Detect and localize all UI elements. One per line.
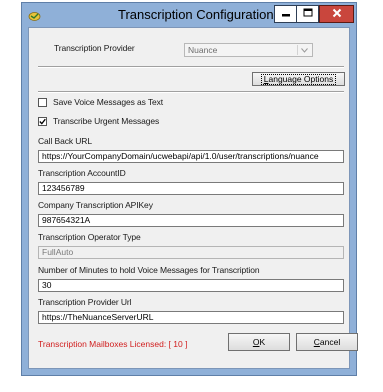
minutes-to-hold-input[interactable]: 30	[38, 279, 344, 292]
minutes-to-hold-label: Number of Minutes to hold Voice Messages…	[38, 265, 260, 275]
save-voice-messages-checkbox[interactable]	[38, 98, 47, 107]
provider-select-value: Nuance	[188, 45, 218, 55]
app-icon	[28, 9, 41, 21]
language-options-button[interactable]: Language Options	[252, 72, 345, 86]
maximize-button[interactable]	[296, 5, 319, 23]
cancel-button[interactable]: Cancel	[296, 333, 358, 351]
cancel-label: ancel	[319, 337, 341, 347]
transcribe-urgent-checkbox[interactable]	[38, 117, 47, 126]
title-bar[interactable]: Transcription Configuration	[22, 3, 356, 27]
provider-url-input[interactable]: https://TheNuanceServerURL	[38, 311, 344, 324]
dialog-window: Transcription Configuration Transcriptio…	[21, 2, 358, 376]
separator	[38, 66, 344, 68]
api-key-input[interactable]: 987654321A	[38, 214, 344, 227]
account-id-label: Transcription AccountID	[38, 168, 126, 178]
provider-select[interactable]: Nuance	[184, 43, 313, 57]
call-back-url-label: Call Back URL	[38, 136, 92, 146]
ok-label: K	[259, 337, 266, 347]
save-voice-messages-label: Save Voice Messages as Text	[53, 97, 164, 107]
provider-url-label: Transcription Provider Url	[38, 297, 132, 307]
close-button[interactable]	[319, 5, 354, 23]
provider-label: Transcription Provider	[54, 43, 135, 53]
operator-type-input: FullAuto	[38, 246, 344, 259]
language-options-label: anguage Options	[268, 73, 334, 84]
account-id-input[interactable]: 123456789	[38, 182, 344, 195]
window-title: Transcription Configuration	[118, 7, 274, 22]
separator	[38, 91, 344, 93]
ok-mnemonic: O	[252, 337, 260, 347]
operator-type-label: Transcription Operator Type	[38, 232, 141, 242]
minimize-button[interactable]	[274, 5, 297, 23]
chevron-down-icon	[297, 45, 311, 55]
minimize-icon	[281, 5, 291, 23]
ok-button[interactable]: OK	[228, 333, 290, 351]
api-key-label: Company Transcription APIKey	[38, 200, 153, 210]
maximize-icon	[303, 5, 313, 23]
licensed-mailboxes-status: Transcription Mailboxes Licensed: [ 10 ]	[38, 339, 188, 349]
close-icon	[332, 5, 342, 23]
transcribe-urgent-label: Transcribe Urgent Messages	[53, 116, 160, 126]
call-back-url-input[interactable]: https://YourCompanyDomain/ucwebapi/api/1…	[38, 150, 344, 163]
dialog-body: Transcription Provider Nuance Language O…	[28, 27, 350, 369]
checkmark-icon	[39, 118, 46, 125]
